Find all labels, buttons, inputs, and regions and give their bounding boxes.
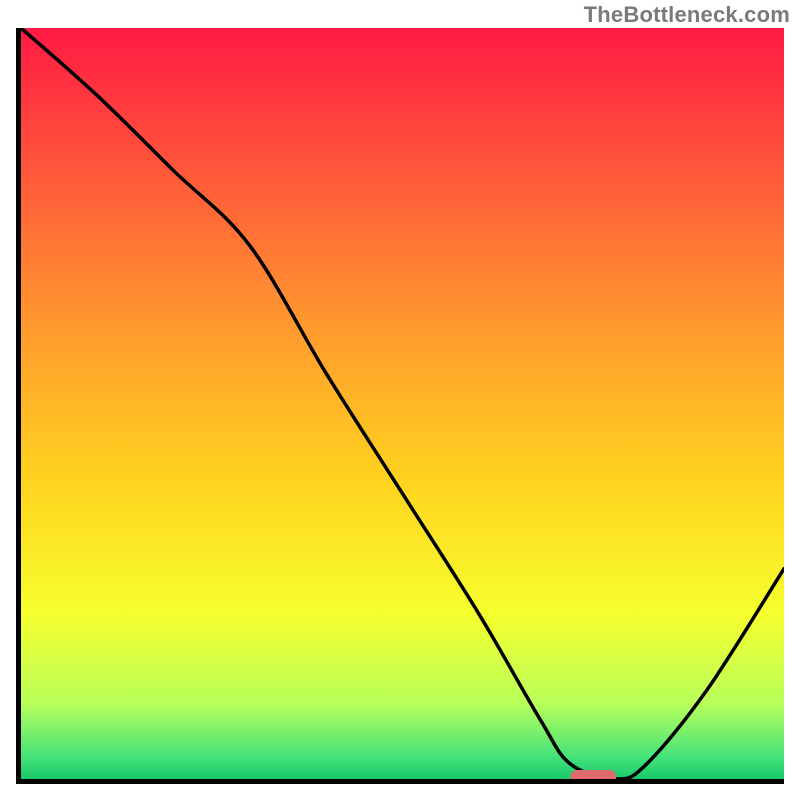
chart-optimal-marker xyxy=(21,28,784,779)
chart-plot-area xyxy=(16,28,784,784)
watermark-text: TheBottleneck.com xyxy=(584,2,790,28)
